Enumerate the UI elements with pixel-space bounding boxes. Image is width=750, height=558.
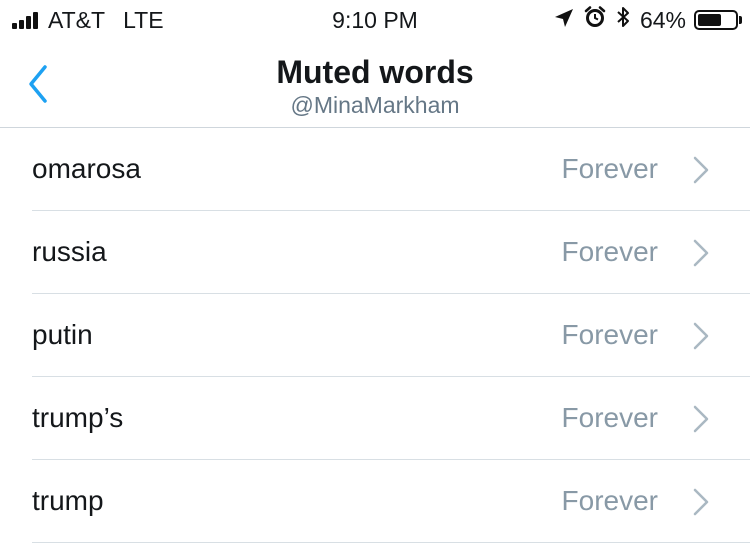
page-title: Muted words <box>276 54 474 90</box>
muted-word-label: trump <box>32 485 104 516</box>
account-handle: @MinaMarkham <box>290 92 460 118</box>
mute-duration-label: Forever <box>561 485 658 516</box>
chevron-right-icon <box>693 239 709 267</box>
mute-duration-label: Forever <box>561 153 658 184</box>
location-arrow-icon <box>554 7 574 34</box>
mute-duration-label: Forever <box>561 236 658 267</box>
status-right: 64% <box>554 6 742 34</box>
chevron-right-icon <box>693 405 709 433</box>
navigation-bar: Muted words @MinaMarkham <box>0 40 750 128</box>
bluetooth-icon <box>616 5 630 35</box>
muted-word-label: trump’s <box>32 402 124 433</box>
battery-icon <box>694 10 742 30</box>
muted-word-label: russia <box>32 236 107 267</box>
muted-word-row[interactable]: omarosa Forever <box>0 128 750 211</box>
chevron-right-icon <box>693 156 709 184</box>
muted-word-row[interactable]: russia Forever <box>0 211 750 294</box>
muted-word-row[interactable]: trump Forever <box>0 460 750 543</box>
muted-word-row[interactable]: putin Forever <box>0 294 750 377</box>
status-bar: AT&T LTE 9:10 PM 64% <box>0 0 750 40</box>
muted-word-label: omarosa <box>32 153 141 184</box>
muted-word-label: putin <box>32 319 93 350</box>
chevron-right-icon <box>693 488 709 516</box>
mute-duration-label: Forever <box>561 319 658 350</box>
alarm-icon <box>584 6 606 34</box>
chevron-right-icon <box>693 322 709 350</box>
muted-word-row[interactable]: trump’s Forever <box>0 377 750 460</box>
muted-words-list: omarosa Forever russia Forever putin For… <box>0 128 750 543</box>
battery-percent: 64% <box>639 6 686 33</box>
mute-duration-label: Forever <box>561 402 658 433</box>
